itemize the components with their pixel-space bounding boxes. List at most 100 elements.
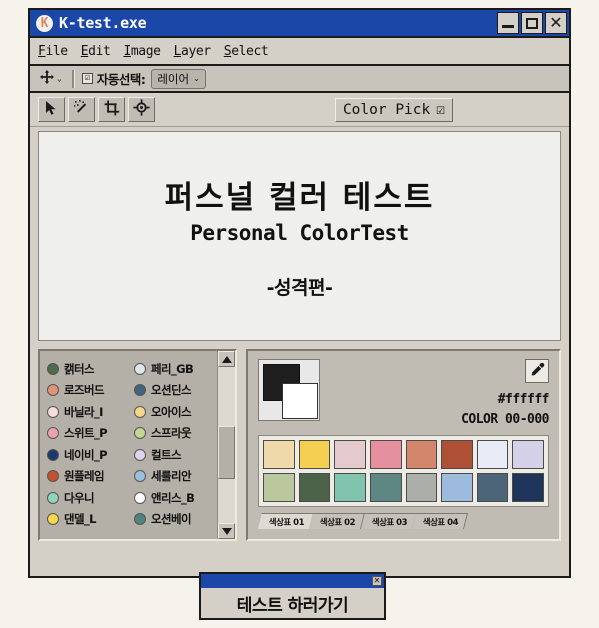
eyedropper-button[interactable] [525, 359, 549, 383]
scrollbar-thumb[interactable] [218, 426, 235, 480]
menu-label-edit-rest: dit [88, 43, 111, 59]
background-color-swatch[interactable] [282, 383, 318, 419]
minimize-icon [502, 25, 514, 28]
list-item-label: 로즈버드 [64, 383, 105, 398]
swatch-row [263, 473, 544, 502]
color-swatch[interactable] [512, 440, 544, 469]
target-move-tool[interactable] [128, 97, 155, 122]
list-item-label: 스프라웃 [151, 426, 192, 441]
menu-label-file-rest: ile [45, 43, 68, 59]
list-item[interactable]: 캙터스 [47, 358, 130, 380]
list-item[interactable]: 페리_GB [134, 358, 217, 380]
color-pick-checkbox-icon: ☑ [436, 101, 445, 118]
color-dot-icon [47, 384, 59, 397]
maximize-button[interactable] [521, 12, 543, 34]
color-swatch[interactable] [369, 440, 402, 469]
color-dot-icon [134, 405, 146, 418]
magic-wand-icon [73, 99, 90, 120]
color-dot-icon [47, 491, 59, 504]
color-swatch[interactable] [298, 440, 331, 469]
go-to-test-button[interactable]: 테스트 하러가기 [201, 588, 384, 618]
auto-select-label: 자동선택: [96, 72, 146, 87]
menu-item-image[interactable]: Image [123, 44, 161, 59]
list-item[interactable]: 스위트_P [47, 423, 130, 445]
list-item-label: 컬트스 [151, 447, 182, 462]
color-dot-icon [47, 470, 59, 483]
list-item[interactable]: 오아이스 [134, 401, 217, 423]
color-list-panel: 캙터스 페리_GB 로즈버드 오션딘스 바닐라_I 오아이스스위트_P 스프라웃네이비_P 컬… [38, 349, 237, 541]
list-item-label: 다우니 [64, 490, 95, 505]
list-item[interactable]: 앤리스_B [134, 487, 217, 509]
color-dot-icon [47, 448, 59, 461]
list-item[interactable]: 원플레임 [47, 466, 130, 488]
list-item-label: 스위트_P [64, 426, 108, 441]
move-tool-caret: ⌄ [57, 73, 62, 83]
crop-tool[interactable] [98, 97, 125, 122]
color-swatch[interactable] [405, 473, 438, 502]
app-k-icon: K [36, 14, 53, 32]
palette-tab[interactable]: 색상표 03 [360, 513, 417, 529]
scrollbar-track[interactable] [218, 367, 235, 523]
menu-item-edit[interactable]: Edit [81, 44, 111, 59]
color-pick-button[interactable]: Color Pick ☑ [334, 97, 453, 122]
auto-select-dropdown[interactable]: 레이어 ⌄ [151, 68, 206, 89]
palette-tab[interactable]: 색상표 02 [309, 513, 366, 529]
foreground-background-swatch[interactable] [258, 359, 320, 421]
hex-value-text: #ffffff [497, 392, 550, 407]
list-item[interactable]: 스프라웃 [134, 423, 217, 445]
list-item[interactable]: 네이비_P [47, 444, 130, 466]
maximize-icon [526, 17, 538, 29]
list-item[interactable]: 바닐라_I [47, 401, 130, 423]
color-swatch[interactable] [441, 440, 473, 469]
dialog-close-button[interactable]: ✕ [372, 576, 382, 586]
list-item-label: 네이비_P [64, 447, 108, 462]
list-item-label: 페리_GB [151, 361, 194, 376]
color-code-text: COLOR 00-000 [461, 412, 549, 427]
scroll-up-button[interactable] [218, 351, 235, 367]
color-swatch[interactable] [263, 440, 295, 469]
menu-item-layer[interactable]: Layer [174, 44, 212, 59]
color-swatch[interactable] [441, 473, 473, 502]
color-swatch[interactable] [405, 440, 438, 469]
list-item[interactable]: 다우니 [47, 487, 130, 509]
palette-info: #ffffff COLOR 00-000 [461, 359, 550, 427]
menu-label-select-rest: elect [231, 43, 269, 59]
magic-wand-tool[interactable] [68, 97, 95, 122]
color-swatch[interactable] [512, 473, 544, 502]
color-swatch[interactable] [476, 473, 509, 502]
list-item[interactable]: 오션딘스 [134, 380, 217, 402]
palette-tab[interactable]: 색상표 01 [258, 513, 315, 529]
pointer-tool[interactable] [38, 97, 65, 122]
color-swatch[interactable] [369, 473, 402, 502]
list-item[interactable]: 댄델_L [47, 509, 130, 531]
list-item-label: 댄델_L [64, 512, 96, 527]
palette-tab[interactable]: 색상표 04 [411, 513, 468, 529]
color-dot-icon [134, 491, 146, 504]
auto-select-checkbox[interactable]: ☑ [81, 73, 93, 84]
window-controls: ✕ [497, 12, 567, 34]
minimize-button[interactable] [497, 12, 519, 34]
move-tool-selector[interactable]: ⌄ [36, 68, 65, 90]
list-item[interactable]: 로즈버드 [47, 380, 130, 402]
color-swatch[interactable] [476, 440, 509, 469]
window-title: K-test.exe [59, 14, 147, 32]
palette-tabs: 색상표 01 색상표 02 색상표 03 색상표 04 [258, 512, 549, 529]
scroll-down-button[interactable] [218, 523, 235, 539]
palette-tab-label: 색상표 03 [371, 517, 407, 528]
color-dot-icon [134, 362, 146, 375]
canvas-area: 퍼스널 컬러 테스트 Personal ColorTest -성격편- [38, 131, 561, 341]
color-swatch[interactable] [263, 473, 295, 502]
canvas-subtitle: -성격편- [266, 277, 333, 299]
crop-icon [104, 100, 120, 120]
list-item[interactable]: 컬트스 [134, 444, 217, 466]
color-list-scrollbar[interactable] [217, 351, 235, 539]
bottom-panels: 캙터스 페리_GB 로즈버드 오션딘스 바닐라_I 오아이스스위트_P 스프라웃네이비_P 컬… [38, 349, 561, 541]
color-swatch[interactable] [334, 440, 366, 469]
menu-item-select[interactable]: Select [224, 44, 269, 59]
close-button[interactable]: ✕ [545, 12, 567, 34]
list-item[interactable]: 오션베이 [134, 509, 217, 531]
color-swatch[interactable] [298, 473, 331, 502]
color-swatch[interactable] [334, 473, 366, 502]
list-item[interactable]: 세룰리안 [134, 466, 217, 488]
menu-item-file[interactable]: File [38, 44, 68, 59]
